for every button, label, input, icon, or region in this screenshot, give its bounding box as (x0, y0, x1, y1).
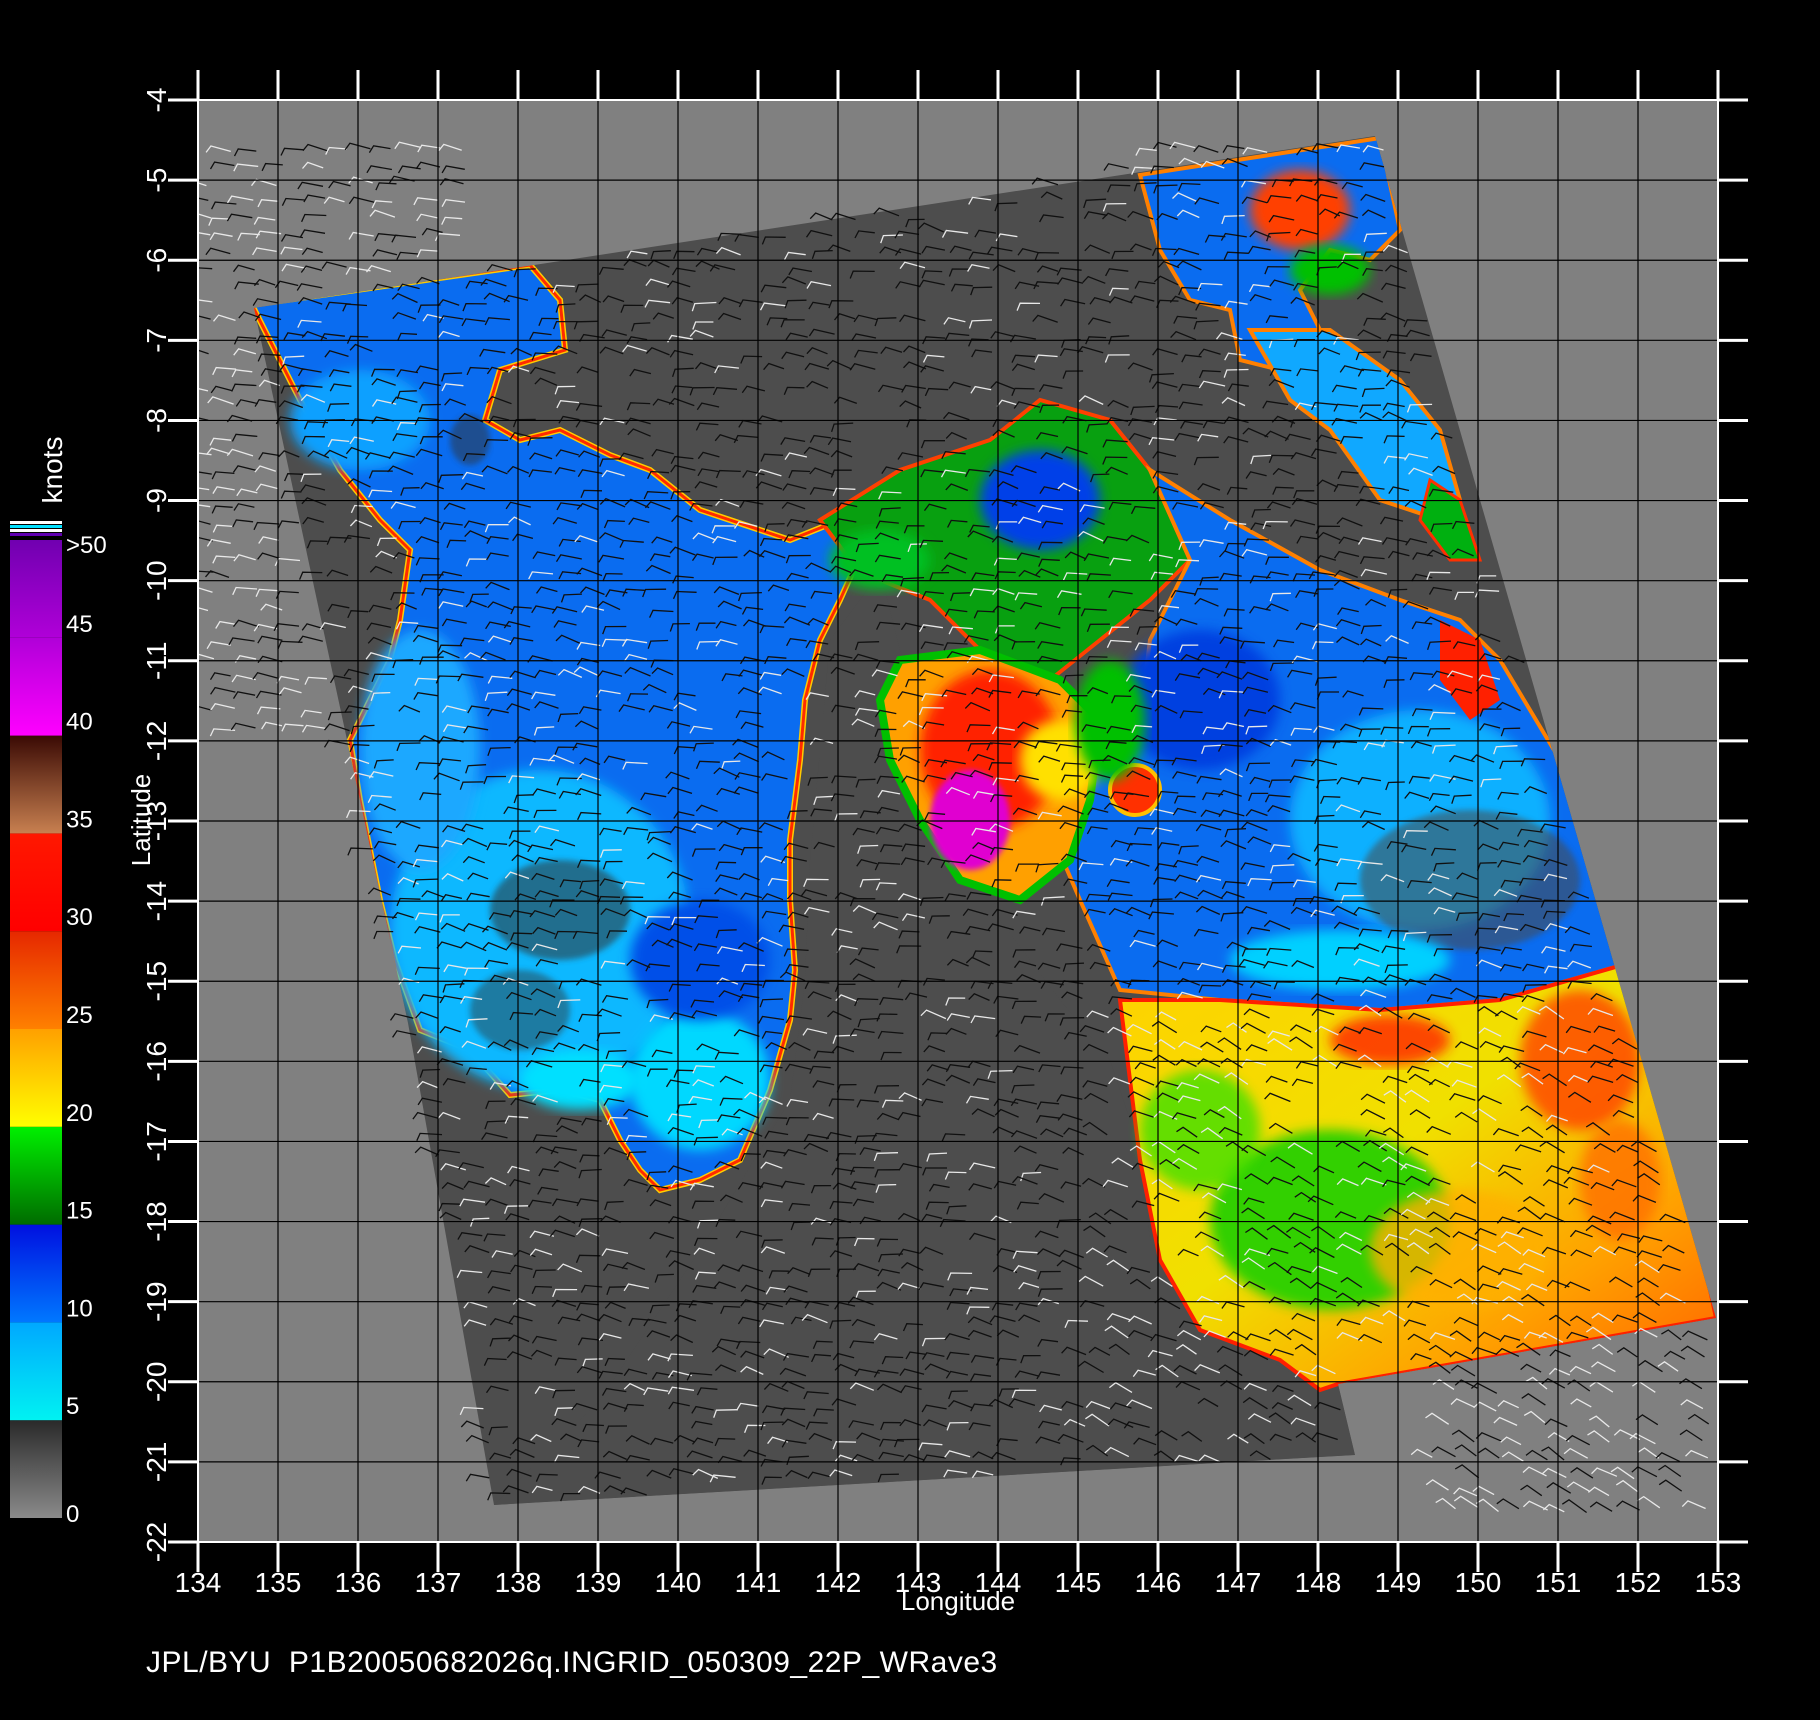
colorbar-band-4 (10, 1029, 62, 1127)
lon-label-0: 134 (175, 1567, 222, 1598)
colorbar-label-1: 45 (66, 611, 93, 638)
lat-label-2: -6 (141, 248, 172, 273)
lon-label-3: 137 (415, 1567, 462, 1598)
lon-label-18: 152 (1615, 1567, 1662, 1598)
lon-label-1: 135 (255, 1567, 302, 1598)
lat-label-6: -10 (141, 560, 172, 600)
colorbar-band-8 (10, 637, 62, 736)
lat-label-7: -11 (141, 642, 172, 680)
colorbar-band-5 (10, 931, 62, 1029)
colorbar-label-9: 5 (66, 1393, 79, 1420)
colorbar-label-8: 10 (66, 1295, 93, 1322)
lat-label-13: -17 (141, 1121, 172, 1161)
lat-label-11: -15 (141, 961, 172, 1001)
lon-label-19: 153 (1695, 1567, 1742, 1598)
y-axis-label: Latitude (126, 774, 156, 867)
lat-label-0: -4 (141, 88, 172, 113)
lat-label-15: -19 (141, 1281, 172, 1321)
colorbar-label-10: 0 (66, 1501, 79, 1528)
colorbar-band-2 (10, 1224, 62, 1323)
colorbar-band-3 (10, 1126, 62, 1225)
lon-label-7: 141 (735, 1567, 782, 1598)
colorbar-bands (10, 540, 62, 1518)
colorbar-label-5: 25 (66, 1002, 93, 1029)
colorbar-band-0 (10, 1420, 62, 1518)
lat-label-18: -22 (141, 1522, 172, 1562)
lon-label-16: 150 (1455, 1567, 1502, 1598)
colorbar-top-lines (10, 521, 62, 536)
colorbar-labels: >50 45 40 35 30 25 20 15 10 5 0 (66, 532, 107, 1528)
colorbar-band-7 (10, 735, 62, 834)
lon-label-5: 139 (575, 1567, 622, 1598)
lat-label-16: -20 (141, 1362, 172, 1402)
colorbar-label-0: >50 (66, 532, 107, 559)
colorbar-band-9 (10, 540, 62, 638)
colorbar-label-7: 15 (66, 1198, 93, 1225)
lon-label-12: 146 (1135, 1567, 1182, 1598)
lon-label-2: 136 (335, 1567, 382, 1598)
lon-label-4: 138 (495, 1567, 542, 1598)
lat-label-5: -9 (141, 488, 172, 513)
lat-label-1: -5 (141, 168, 172, 193)
lat-label-8: -12 (141, 721, 172, 761)
lon-label-13: 147 (1215, 1567, 1262, 1598)
southern-wind-field (1117, 957, 1716, 1393)
lon-label-6: 140 (655, 1567, 702, 1598)
colorbar-label-2: 40 (66, 709, 93, 736)
colorbar-label-4: 30 (66, 904, 93, 931)
colorbar-band-1 (10, 1322, 62, 1421)
colorbar-band-6 (10, 833, 62, 932)
colorbar-label-3: 35 (66, 806, 93, 833)
lat-label-12: -16 (141, 1041, 172, 1081)
colorbar-title: knots (37, 437, 68, 504)
lon-label-15: 149 (1375, 1567, 1422, 1598)
lon-label-8: 142 (815, 1567, 862, 1598)
lat-label-17: -21 (141, 1442, 172, 1482)
lat-label-14: -18 (141, 1201, 172, 1241)
lat-label-3: -7 (141, 328, 172, 353)
lat-label-10: -14 (141, 881, 172, 921)
wind-speed-map: 134 135 136 137 138 139 140 141 142 143 144 145 146 1… (10, 70, 1748, 1616)
x-axis-label: Longitude (901, 1586, 1015, 1616)
lon-label-14: 148 (1295, 1567, 1342, 1598)
lat-label-4: -8 (141, 408, 172, 433)
colorbar-label-6: 20 (66, 1100, 93, 1127)
footer-caption: JPL/BYU P1B20050682026q.INGRID_050309_22… (146, 1646, 998, 1679)
lon-label-11: 145 (1055, 1567, 1102, 1598)
colorbar: knots >50 45 40 35 30 25 20 15 10 5 0 (10, 437, 107, 1528)
lon-label-17: 151 (1535, 1567, 1582, 1598)
